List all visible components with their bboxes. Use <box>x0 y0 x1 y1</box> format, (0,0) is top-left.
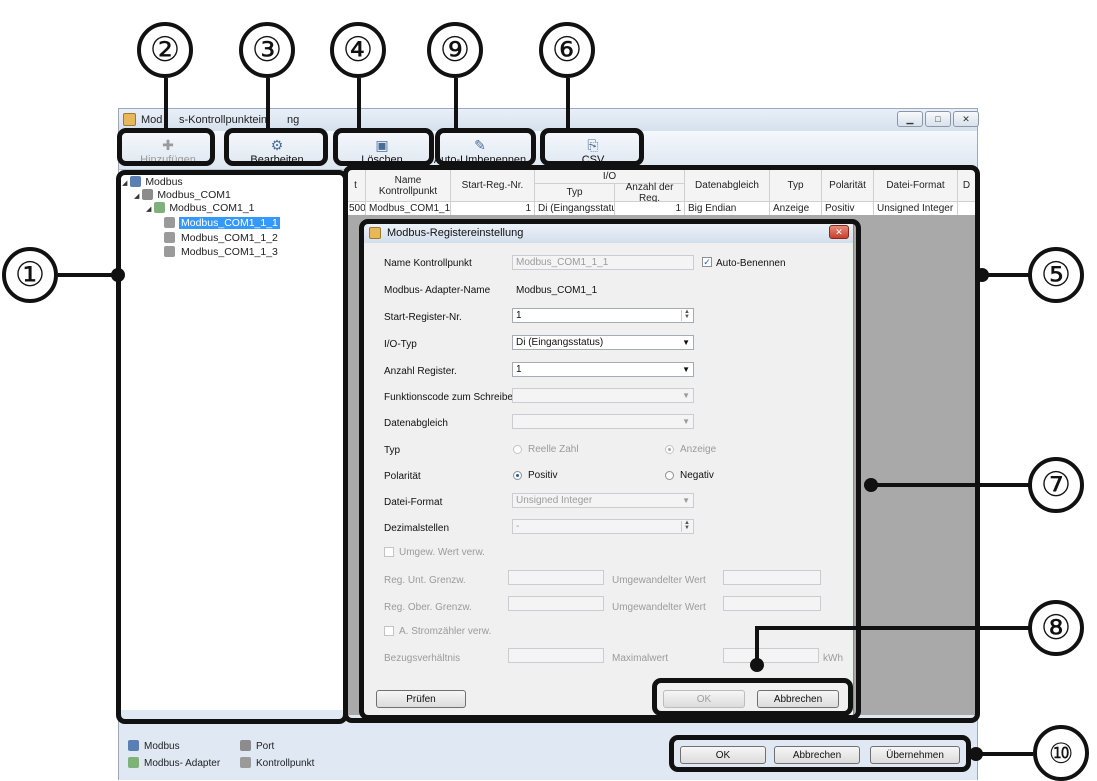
callout-3: ③ <box>239 22 295 78</box>
leader-line-10 <box>975 752 1033 756</box>
port-icon <box>240 740 251 751</box>
legend-adapter-label: Modbus- Adapter <box>144 758 221 769</box>
leader-line-3 <box>266 78 270 130</box>
leader-line-6 <box>566 78 570 130</box>
highlight-delete <box>333 128 434 166</box>
callout-4: ④ <box>330 22 386 78</box>
close-window-button[interactable]: ✕ <box>953 111 979 127</box>
callout-1: ① <box>2 247 58 303</box>
app-icon <box>123 113 136 126</box>
callout-9: ⑨ <box>427 22 483 78</box>
callout-5: ⑤ <box>1028 247 1084 303</box>
highlight-rename <box>435 128 536 166</box>
callout-10: ⑩ <box>1033 725 1089 781</box>
highlight-csv <box>540 128 644 166</box>
controlpoint-icon <box>240 757 251 768</box>
leader-dot-7 <box>864 478 878 492</box>
callout-6: ⑥ <box>539 22 595 78</box>
legend-port: Port <box>240 740 274 752</box>
adapter-icon <box>128 757 139 768</box>
window-title: s-Kontrollpunktein <box>179 114 268 126</box>
callout-7: ⑦ <box>1028 457 1084 513</box>
modbus-network-icon <box>128 740 139 751</box>
highlight-dialog <box>359 219 861 720</box>
window-title-tail: ng <box>287 114 300 126</box>
minimize-icon: ▁ <box>906 114 914 124</box>
legend-point: Kontrollpunkt <box>240 757 314 769</box>
legend-modbus: Modbus <box>128 740 180 752</box>
legend-port-label: Port <box>256 741 275 752</box>
maximize-button[interactable]: □ <box>925 111 951 127</box>
leader-line-2 <box>164 78 168 130</box>
maximize-icon: □ <box>935 114 941 124</box>
window-title-left: Mod <box>141 114 163 126</box>
leader-line-7 <box>870 483 1030 487</box>
highlight-add <box>117 128 215 166</box>
leader-dot-1 <box>111 268 125 282</box>
highlight-edit <box>224 128 328 166</box>
legend-adapter: Modbus- Adapter <box>128 757 220 769</box>
highlight-footer-buttons <box>669 735 971 772</box>
legend-point-label: Kontrollpunkt <box>256 758 315 769</box>
callout-8: ⑧ <box>1028 600 1084 656</box>
legend-modbus-label: Modbus <box>144 741 180 752</box>
leader-line-9 <box>454 78 458 130</box>
close-icon: ✕ <box>962 114 970 124</box>
leader-line-8h <box>757 626 1030 630</box>
leader-dot-5 <box>975 268 989 282</box>
leader-line-4 <box>357 78 361 130</box>
minimize-button[interactable]: ▁ <box>897 111 923 127</box>
callout-2: ② <box>137 22 193 78</box>
highlight-dialog-buttons <box>652 678 853 716</box>
leader-line-1 <box>58 273 118 277</box>
leader-dot-8 <box>750 658 764 672</box>
highlight-tree <box>116 170 348 724</box>
leader-dot-10 <box>969 747 983 761</box>
